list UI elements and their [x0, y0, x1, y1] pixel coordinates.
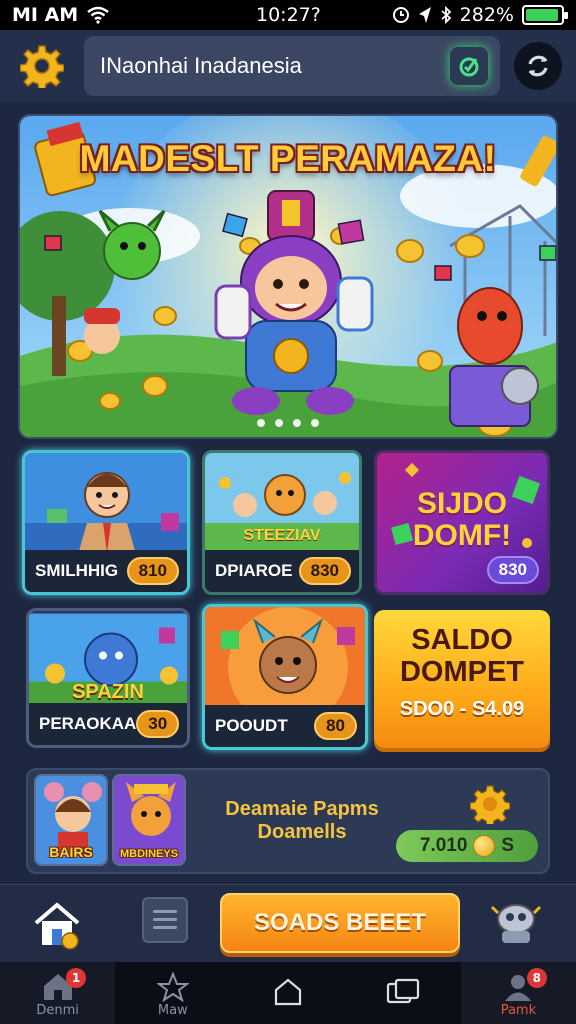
dompet-label: DOMPET	[399, 656, 525, 688]
list-button[interactable]	[142, 897, 188, 943]
gear-icon	[20, 45, 64, 88]
nav-label-profile: Pamk	[500, 1003, 537, 1018]
list-line-1	[153, 910, 177, 913]
tile-4-art-text: SPAZIN	[72, 681, 144, 703]
nav-label-favorites: Maw	[157, 1003, 188, 1018]
wallet-thumb-2[interactable]: MBDINEYS	[112, 774, 186, 866]
tile-5-name: POOUDT	[215, 716, 288, 735]
verify-button[interactable]	[450, 47, 488, 85]
robot-button[interactable]	[488, 895, 544, 951]
wifi-icon	[87, 6, 109, 24]
game-tile-5[interactable]: POOUDT 80	[202, 604, 368, 750]
battery-fill	[526, 9, 559, 21]
balance-suffix: S	[501, 835, 515, 856]
tile-3-value: 830	[486, 556, 539, 584]
wallet-balance: 7.010 S	[396, 830, 538, 862]
tile-1-caption: SMILHHIG 810	[25, 550, 187, 592]
bluetooth-icon	[441, 6, 451, 24]
carousel-dot[interactable]	[311, 419, 319, 427]
saldo-dompet-card[interactable]: SALDO DOMPET SDO0 - S4.09	[374, 610, 550, 748]
nav-badge-home: 1	[66, 968, 86, 988]
refresh-button[interactable]	[514, 42, 562, 90]
search-box[interactable]	[84, 36, 500, 96]
action-bar: SOADS BEEET	[0, 884, 576, 962]
recent-apps-icon	[387, 978, 420, 1004]
promo-tile-saldo[interactable]: SIJDO DOMF! 830	[374, 450, 550, 595]
tile-2-caption: DPIAROE 830	[205, 550, 359, 592]
primary-cta-button[interactable]: SOADS BEEET	[220, 893, 460, 953]
home-outline-icon	[274, 978, 302, 1006]
tile-5-caption: POOUDT 80	[205, 705, 365, 747]
tile-3-line-2: DOMF!	[412, 519, 512, 552]
thumb-1-label: BAIRS	[49, 844, 93, 860]
wallet-thumb-1[interactable]: BAIRS	[34, 774, 108, 866]
star-icon	[156, 972, 189, 1002]
tile-4-value: 30	[136, 710, 180, 738]
tile-5-art	[205, 607, 365, 712]
carousel-dots[interactable]	[20, 419, 556, 427]
bottom-nav: Denmi 1 Maw Pamk 8	[0, 962, 576, 1024]
wallet-title-line-1: Deamaie Papms	[225, 798, 379, 820]
thumb-2-label: MBDINEYS	[119, 848, 179, 860]
nav-item-recents[interactable]	[346, 962, 461, 1024]
refresh-icon	[528, 55, 548, 77]
tile-5-value: 80	[314, 712, 357, 740]
nav-item-home[interactable]: Denmi 1	[0, 962, 116, 1024]
wallet-panel: BAIRS MBDINEYS Deamaie Papms Doamells 7.…	[26, 768, 550, 874]
list-line-3	[153, 926, 177, 929]
tile-4-caption: PERAOKAA 30	[29, 703, 187, 745]
promo-banner[interactable]: MADESLT PERAMAZA!	[18, 114, 558, 439]
saldo-label: SALDO	[411, 624, 513, 656]
tile-2-value: 830	[298, 557, 351, 585]
game-tile-4[interactable]: SPAZIN PERAOKAA 30	[26, 608, 190, 748]
list-line-2	[153, 918, 177, 921]
carrier-text: MI AM	[12, 4, 79, 26]
status-bar: MI AM 10:27? 282%	[0, 0, 576, 30]
nav-label-home: Denmi	[36, 1003, 79, 1018]
robot-icon	[490, 904, 542, 943]
red-hat-character	[84, 308, 120, 354]
clock: 10:27?	[256, 4, 321, 26]
coin-gear-icon	[470, 785, 510, 824]
nav-item-profile[interactable]: Pamk 8	[460, 962, 576, 1024]
alarm-icon	[392, 7, 409, 23]
game-tile-2[interactable]: STEEZIAV DPIAROE 830	[202, 450, 362, 595]
tile-1-art	[25, 453, 187, 558]
coin-icon	[473, 835, 496, 857]
tile-3-line-1: SIJDO	[416, 487, 508, 520]
camera-check-icon	[459, 57, 479, 77]
carousel-dot[interactable]	[293, 419, 301, 427]
wallet-title: Deamaie Papms Doamells	[212, 798, 392, 844]
saldo-range: SDO0 - S4.09	[399, 698, 525, 720]
nav-item-system-home[interactable]	[230, 962, 345, 1024]
tile-1-name: SMILHHIG	[35, 561, 119, 580]
banner-title: MADESLT PERAMAZA!	[79, 138, 497, 179]
tile-1-value: 810	[126, 557, 179, 585]
nav-badge-profile: 8	[526, 968, 547, 988]
tile-2-art-text: STEEZIAV	[243, 527, 321, 544]
game-tile-1[interactable]: SMILHHIG 810	[22, 450, 190, 595]
settings-button[interactable]	[14, 38, 70, 94]
location-icon	[418, 7, 431, 23]
tile-4-name: PERAOKAA	[39, 714, 137, 733]
battery-icon	[522, 5, 568, 25]
tile-2-name: DPIAROE	[215, 561, 293, 580]
home-shortcut-button[interactable]	[30, 897, 84, 951]
app-header	[0, 30, 576, 102]
balance-amount: 7.010	[419, 835, 468, 856]
search-input[interactable]	[100, 53, 450, 79]
wallet-title-line-2: Doamells	[257, 821, 347, 843]
battery-percent: 282%	[459, 4, 514, 26]
carousel-dot[interactable]	[275, 419, 283, 427]
carousel-dot[interactable]	[257, 419, 265, 427]
nav-item-favorites[interactable]: Maw	[115, 962, 230, 1024]
home-lock-icon	[34, 902, 80, 950]
